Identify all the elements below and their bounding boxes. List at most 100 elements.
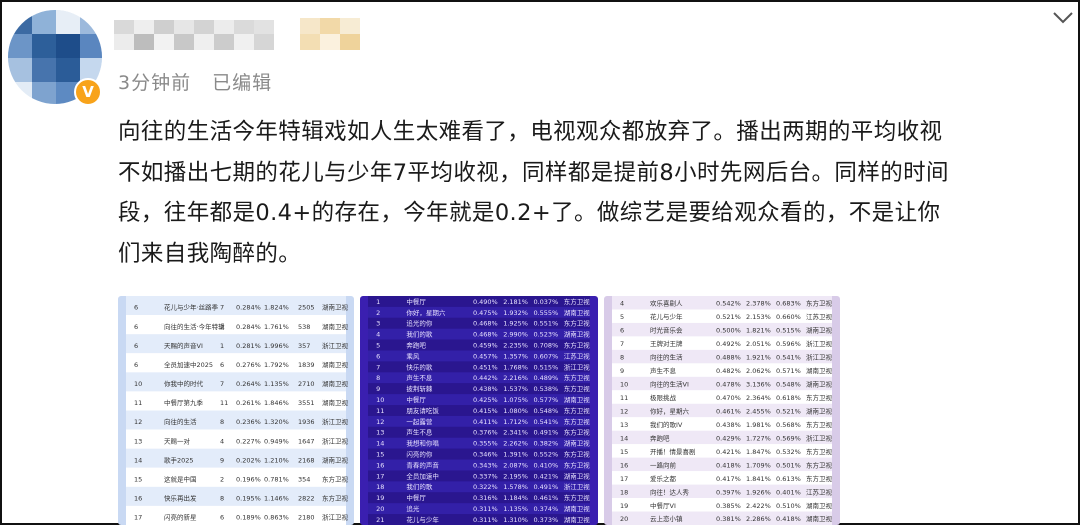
table-cell: 0.417% (716, 475, 741, 483)
table-cell: 0.552% (533, 451, 558, 459)
username-blurred[interactable] (114, 18, 370, 52)
table-cell: 声生不息 (406, 428, 433, 437)
table-cell: 乘风 (406, 351, 420, 360)
ratings-table-3[interactable]: 4 欢乐喜剧人 0.542% 2.378% 0.683% 东方卫视 5 花儿与少年 0.521%… (604, 296, 840, 525)
table-cell: 0.548% (533, 407, 558, 415)
table-cell: 0.482% (716, 367, 741, 375)
table-cell: 11 (220, 399, 228, 407)
table-cell: 0.551% (533, 320, 558, 328)
table-cell: 0.607% (533, 352, 558, 360)
table-cell: 20 (376, 505, 384, 513)
table-cell: 1.761% (264, 323, 289, 331)
table-cell: 江苏卫视 (806, 487, 833, 496)
table-cell: 5 (376, 341, 380, 349)
chevron-down-icon[interactable] (1052, 10, 1074, 26)
table-cell: 0.461% (533, 494, 558, 502)
table-cell: 湖南卫视 (564, 330, 591, 339)
table-cell: 中餐厅VI (650, 501, 676, 510)
table-cell: 8 (376, 374, 380, 382)
table-cell: 11 (376, 407, 384, 415)
table-cell: 2.153% (746, 313, 771, 321)
table-cell: 2.262% (503, 440, 528, 448)
post-edited-label[interactable]: 已编辑 (212, 72, 272, 94)
table-cell: 6 (134, 323, 138, 331)
table-cell: 爱乐之都 (650, 474, 677, 483)
table-cell: 2.195% (503, 472, 528, 480)
table-cell: 东方卫视 (806, 393, 833, 402)
table-cell: 0.577% (533, 396, 558, 404)
table-cell: 0.438% (473, 385, 498, 393)
table-cell: 0.532% (776, 448, 801, 456)
table-cell: 极限挑战 (650, 393, 677, 402)
ratings-table-2-image: 1 中餐厅 0.490% 2.181% 0.037% 东方卫视 2 你好，星期六 0.475% 1… (360, 296, 598, 525)
table-cell: 浙江卫视 (322, 341, 349, 350)
table-cell: 0.316% (473, 494, 498, 502)
table-cell: 0.374% (533, 505, 558, 513)
table-cell: 14 (376, 440, 384, 448)
table-cell: 0.515% (776, 327, 801, 335)
post-body: 向往的生活今年特辑戏如人生太难看了，电视观众都放弃了。播出两期的平均收视 不如播… (118, 112, 1074, 274)
table-cell: 15 (620, 448, 628, 456)
table-cell: 湖南卫视 (564, 515, 591, 524)
table-cell: 0.491% (533, 483, 558, 491)
table-cell: 1.310% (503, 516, 528, 524)
table-cell: 你我中的时代 (164, 379, 204, 388)
table-cell: 0.568% (776, 421, 801, 429)
table-cell: 1.357% (503, 352, 528, 360)
table-cell: 1.075% (503, 396, 528, 404)
table-cell: 12 (620, 407, 628, 415)
table-cell: 浙江卫视 (806, 433, 833, 442)
table-cell: 0.491% (533, 429, 558, 437)
table-cell: 6 (620, 327, 624, 335)
table-cell: 我们的歌 (406, 330, 433, 339)
table-cell: 0.410% (533, 461, 558, 469)
table-cell: 1.135% (503, 505, 528, 513)
ratings-table-3-image: 4 欢乐喜剧人 0.542% 2.378% 0.683% 东方卫视 5 花儿与少年 0.521%… (604, 296, 840, 525)
table-cell: 湖南卫视 (322, 360, 349, 369)
table-cell: 天赐一对 (164, 436, 191, 445)
table-cell: 浙江卫视 (322, 436, 349, 445)
table-cell: 6 (376, 352, 380, 360)
table-cell: 欢乐喜剧人 (650, 299, 683, 308)
table-cell: 0.618% (776, 394, 801, 402)
table-cell: 东方卫视 (806, 420, 833, 429)
table-cell: 0.037% (533, 298, 558, 306)
table-cell: 湖南卫视 (564, 439, 591, 448)
table-cell: 湖南卫视 (564, 504, 591, 513)
table-cell: 7 (220, 380, 224, 388)
table-cell: 0.261% (236, 399, 261, 407)
table-cell: 浙江卫视 (806, 339, 833, 348)
table-cell: 我们的歌IV (650, 420, 683, 429)
table-cell: 9 (376, 385, 380, 393)
table-cell: 1.135% (264, 380, 289, 388)
table-cell: 8 (620, 354, 624, 362)
table-cell: 东方卫视 (564, 406, 591, 415)
table-cell: 0.457% (473, 352, 498, 360)
table-cell: 2.181% (503, 298, 528, 306)
table-cell: 2.286% (746, 515, 771, 523)
table-cell: 0.418% (716, 461, 741, 469)
post-text-line: 不如播出七期的花儿与少年7平均收视，同样都是提前8小时先网后台。同样的时间 (118, 159, 949, 186)
table-cell: 2.216% (503, 374, 528, 382)
table-cell: 0.569% (776, 434, 801, 442)
ratings-table-2[interactable]: 1 中餐厅 0.490% 2.181% 0.037% 东方卫视 2 你好，星期六 0.475% 1… (360, 296, 598, 525)
table-cell: 0.548% (776, 381, 801, 389)
table-cell: 2710 (298, 380, 315, 388)
table-cell: 14 (620, 434, 628, 442)
table-cell: 花儿与少年 (406, 515, 439, 524)
table-cell: 全员加速中 (406, 471, 439, 480)
table-cell: 1.824% (264, 304, 289, 312)
table-cell: 4 (220, 437, 224, 445)
table-cell: 13 (134, 437, 142, 445)
table-cell: 10 (134, 380, 142, 388)
table-cell: 0.489% (533, 374, 558, 382)
table-cell: 青春的声音 (406, 460, 439, 469)
table-cell: 向往的生活 (164, 417, 197, 426)
table-cell: 2.990% (503, 331, 528, 339)
table-cell: 538 (298, 323, 310, 331)
table-cell: 1 (220, 342, 224, 350)
ratings-table-1[interactable]: 6 花儿与少年·丝路季 7 0.284% 1.824% 2505 湖南卫视 6 向往的生活·今年… (118, 296, 354, 525)
table-cell: 0.276% (236, 361, 261, 369)
table-cell: 1.921% (746, 354, 771, 362)
table-cell: 0.510% (776, 502, 801, 510)
